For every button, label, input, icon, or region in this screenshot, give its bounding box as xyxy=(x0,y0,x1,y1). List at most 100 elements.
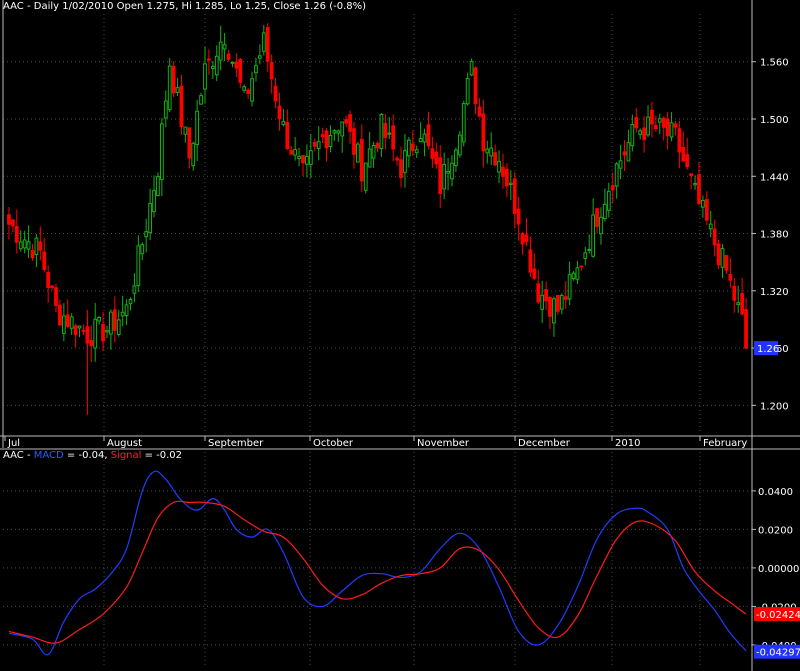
candle-body xyxy=(297,155,301,160)
candle-body xyxy=(42,251,47,271)
month-label: August xyxy=(107,438,142,449)
candle-body xyxy=(320,134,325,138)
candle-body xyxy=(673,123,678,128)
candle-body xyxy=(583,252,588,259)
candle-body xyxy=(308,150,313,165)
candle-body xyxy=(261,32,266,52)
candle-body xyxy=(159,123,164,180)
candle-body xyxy=(140,244,145,255)
candle-body xyxy=(356,143,360,163)
candle-body xyxy=(50,285,54,289)
candle-body xyxy=(485,148,490,154)
axes: 1.2001.2601.3201.3801.4401.5001.560JulAu… xyxy=(0,0,800,671)
candle-body xyxy=(269,62,274,80)
candle-body xyxy=(657,118,662,123)
candle-body xyxy=(324,130,329,149)
candle-body xyxy=(606,190,611,211)
candle-body xyxy=(14,225,19,243)
candle-body xyxy=(426,124,431,147)
candle-body xyxy=(653,124,658,130)
month-label: November xyxy=(417,438,470,449)
candle-body xyxy=(97,316,102,322)
macd-tick-label: 0.0400 xyxy=(758,487,793,498)
month-label: Jul xyxy=(7,438,20,449)
candle-body xyxy=(234,61,239,69)
candle-body xyxy=(493,152,497,166)
candle-body xyxy=(465,78,470,105)
macd-last-tag-label: -0.042975 xyxy=(756,648,800,659)
candle-body xyxy=(544,289,548,302)
candle-body xyxy=(505,168,509,187)
candle-body xyxy=(124,304,129,316)
candle-body xyxy=(167,65,172,111)
candle-body xyxy=(344,119,349,124)
candle-body xyxy=(685,154,690,168)
chart-canvas[interactable]: 1.2001.2601.3201.3801.4401.5001.560JulAu… xyxy=(0,0,800,671)
candle-body xyxy=(638,130,643,135)
price-tick-label: 1.500 xyxy=(760,115,789,126)
candle-body xyxy=(591,214,596,257)
candle-body xyxy=(469,60,474,76)
candle-body xyxy=(195,110,200,146)
candle-body xyxy=(101,323,105,342)
candle-body xyxy=(383,122,388,138)
signal-last-tag-label: -0.024247 xyxy=(756,610,800,621)
candle-body xyxy=(265,27,270,62)
month-label: September xyxy=(208,438,264,449)
candle-body xyxy=(740,293,744,315)
candle-body xyxy=(406,139,411,157)
candle-body xyxy=(77,325,82,329)
candle-body xyxy=(316,141,321,149)
candle-body xyxy=(716,243,721,266)
candle-body xyxy=(363,162,368,191)
candle-body xyxy=(156,176,160,196)
candle-body xyxy=(246,89,250,94)
candle-body xyxy=(132,285,137,294)
macd-lines xyxy=(8,470,747,656)
candle-body xyxy=(418,137,423,143)
candle-body xyxy=(348,114,352,132)
candle-body xyxy=(736,302,741,306)
candle-body xyxy=(399,159,403,178)
candle-body xyxy=(481,113,486,152)
candle-body xyxy=(489,147,494,157)
candle-body xyxy=(207,58,211,61)
candle-body xyxy=(414,149,419,154)
candle-body xyxy=(610,185,615,191)
candle-body xyxy=(559,294,564,310)
candle-body xyxy=(352,128,356,155)
candle-body xyxy=(18,241,23,250)
candle-body xyxy=(120,311,125,317)
candle-body xyxy=(179,85,184,127)
candle-body xyxy=(665,118,670,136)
candle-body xyxy=(26,241,31,250)
candle-body xyxy=(191,142,196,167)
candle-body xyxy=(46,271,51,288)
candle-body xyxy=(116,319,121,336)
candle-body xyxy=(540,294,545,310)
candle-body xyxy=(273,85,278,102)
candle-body xyxy=(210,65,215,69)
candle-body xyxy=(144,231,149,238)
candle-body xyxy=(434,151,439,165)
candle-body xyxy=(65,314,70,327)
candle-body xyxy=(69,316,74,329)
candle-body xyxy=(230,61,235,64)
candle-body xyxy=(30,250,35,259)
candle-body xyxy=(152,190,156,212)
candle-body xyxy=(203,63,207,90)
candle-body xyxy=(387,132,392,135)
candle-body xyxy=(571,272,576,280)
candle-body xyxy=(477,106,482,117)
candle-body xyxy=(359,138,364,182)
month-label: December xyxy=(518,438,571,449)
candle-body xyxy=(697,174,701,205)
candle-body xyxy=(238,59,243,83)
candle-body xyxy=(555,295,560,312)
candle-body xyxy=(501,166,505,177)
month-label: February xyxy=(703,438,747,449)
candle-body xyxy=(497,160,501,173)
candle-body xyxy=(226,53,231,60)
candle-body xyxy=(183,126,188,135)
candle-body xyxy=(136,245,141,286)
